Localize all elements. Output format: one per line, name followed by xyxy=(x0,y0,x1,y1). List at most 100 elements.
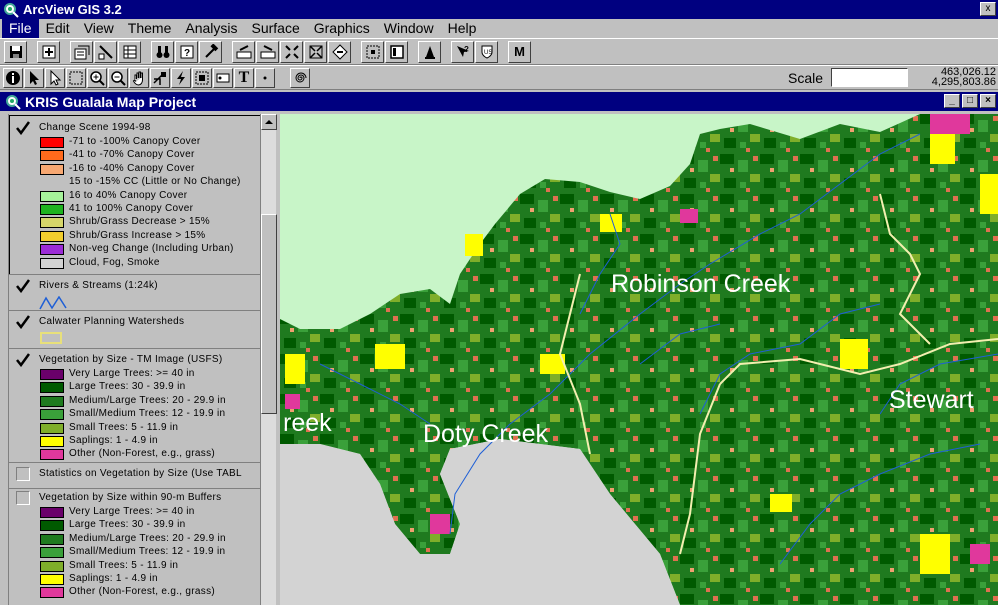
locate-address-button[interactable] xyxy=(199,40,222,63)
theme-name: Rivers & Streams (1:24k) xyxy=(39,280,158,291)
app-close-button[interactable]: x xyxy=(980,2,996,16)
legend-swatch xyxy=(40,533,64,545)
coordinate-readout: 463,026.12 4,295,803.86 xyxy=(916,67,996,87)
checkbox-unchecked[interactable] xyxy=(16,491,30,505)
theme-rivers-streams[interactable]: Rivers & Streams (1:24k) xyxy=(9,278,260,310)
checkbox-unchecked[interactable] xyxy=(16,467,30,481)
layout-button[interactable] xyxy=(385,40,408,63)
save-project-button[interactable] xyxy=(4,40,27,63)
open-theme-table-button[interactable] xyxy=(118,40,141,63)
stream-line-icon xyxy=(39,296,67,310)
pointer-tool[interactable] xyxy=(24,67,44,88)
menu-graphics[interactable]: Graphics xyxy=(307,19,377,38)
legend-label: Large Trees: 30 - 39.9 in xyxy=(69,519,186,531)
label-tool[interactable] xyxy=(213,67,233,88)
find-button[interactable] xyxy=(151,40,174,63)
theme-vegetation-buffers[interactable]: Vegetation by Size within 90-m Buffers V… xyxy=(9,490,260,600)
map-display[interactable]: Robinson Creek Doty Creek Stewart reek xyxy=(280,114,998,605)
select-feature-tool[interactable] xyxy=(66,67,86,88)
legend-label: 41 to 100% Canopy Cover xyxy=(69,202,194,214)
clear-selection-button[interactable] xyxy=(256,40,279,63)
zoom-in-fixed-button[interactable] xyxy=(361,40,384,63)
zoom-out-tool[interactable] xyxy=(108,67,128,88)
menu-edit[interactable]: Edit xyxy=(39,19,77,38)
legend-item: 15 to -15% CC (Little or No Change) xyxy=(9,176,260,189)
zoom-active-themes-button[interactable] xyxy=(304,40,327,63)
theme-change-scene[interactable]: Change Scene 1994-98 -71 to -100% Canopy… xyxy=(9,120,260,270)
edit-legend-button[interactable] xyxy=(94,40,117,63)
spiral-tool[interactable] xyxy=(290,67,310,88)
maximize-button[interactable]: □ xyxy=(962,94,978,108)
text-tool[interactable]: T xyxy=(234,67,254,88)
legend-label: Small/Medium Trees: 12 - 19.9 in xyxy=(69,408,226,420)
arcview-logo-icon xyxy=(4,2,19,18)
m-button[interactable]: M xyxy=(508,40,531,63)
legend-swatch xyxy=(40,137,64,148)
zoom-in-tool[interactable] xyxy=(87,67,107,88)
checkmark-icon[interactable] xyxy=(16,315,30,329)
legend-swatch xyxy=(40,217,64,229)
map-canvas[interactable] xyxy=(280,114,998,605)
menu-surface[interactable]: Surface xyxy=(245,19,307,38)
identify-tool[interactable] xyxy=(3,67,23,88)
pan-tool[interactable] xyxy=(129,67,149,88)
menu-help[interactable]: Help xyxy=(441,19,484,38)
hotlink-tool[interactable] xyxy=(171,67,191,88)
legend-item: Shrub/Grass Increase > 15% xyxy=(9,230,260,243)
select-graphics-icon xyxy=(236,44,251,58)
legend-label: Cloud, Fog, Smoke xyxy=(69,256,160,268)
legend-label: Large Trees: 30 - 39.9 in xyxy=(69,381,186,393)
hammer-icon xyxy=(204,43,218,58)
coordinate-y: 4,295,803.86 xyxy=(931,76,996,88)
scale-input[interactable] xyxy=(831,68,908,87)
hotlink-button[interactable] xyxy=(418,40,441,63)
add-theme-button[interactable] xyxy=(37,40,60,63)
measure-tool[interactable] xyxy=(150,67,170,88)
theme-calwater-watersheds[interactable]: Calwater Planning Watersheds xyxy=(9,314,260,344)
checkmark-icon[interactable] xyxy=(16,279,30,293)
menu-view[interactable]: View xyxy=(77,19,121,38)
help-arrow-icon: ? xyxy=(456,45,469,57)
shield-button[interactable]: US xyxy=(475,40,498,63)
draw-point-tool[interactable] xyxy=(255,67,275,88)
area-of-interest-tool[interactable] xyxy=(192,67,212,88)
add-theme-icon xyxy=(42,45,55,58)
toc-scrollbar[interactable] xyxy=(260,114,277,605)
m-label: M xyxy=(514,44,525,59)
menu-analysis[interactable]: Analysis xyxy=(178,19,244,38)
legend-item: Small Trees: 5 - 11.9 in xyxy=(9,422,260,435)
legend-swatch xyxy=(40,244,64,256)
menu-window[interactable]: Window xyxy=(377,19,441,38)
checkmark-icon[interactable] xyxy=(16,121,30,135)
menu-file[interactable]: File xyxy=(2,19,39,38)
legend-item: Small Trees: 5 - 11.9 in xyxy=(9,560,260,573)
label-creek-partial: reek xyxy=(283,409,332,437)
legend-label: Medium/Large Trees: 20 - 29.9 in xyxy=(69,394,226,406)
legend-swatch xyxy=(40,257,64,269)
legend-label: Saplings: 1 - 4.9 in xyxy=(69,572,158,584)
theme-statistics-vegetation[interactable]: Statistics on Vegetation by Size (Use TA… xyxy=(9,466,260,482)
legend-label: Shrub/Grass Decrease > 15% xyxy=(69,216,210,228)
scroll-thumb[interactable] xyxy=(261,214,277,414)
svg-text:?: ? xyxy=(464,45,469,54)
close-button[interactable]: × xyxy=(980,94,996,108)
zoom-full-extent-button[interactable] xyxy=(280,40,303,63)
legend-item: Shrub/Grass Decrease > 15% xyxy=(9,216,260,229)
theme-properties-button[interactable] xyxy=(70,40,93,63)
legend-item: Medium/Large Trees: 20 - 29.9 in xyxy=(9,395,260,408)
vertex-edit-tool[interactable] xyxy=(45,67,65,88)
zoom-selected-button[interactable] xyxy=(328,40,351,63)
query-builder-button[interactable]: ? xyxy=(175,40,198,63)
minimize-button[interactable]: _ xyxy=(944,94,960,108)
theme-vegetation-tm[interactable]: Vegetation by Size - TM Image (USFS) Ver… xyxy=(9,352,260,462)
vertex-arrow-icon xyxy=(50,69,62,86)
checkmark-icon[interactable] xyxy=(16,353,30,367)
scroll-up-button[interactable] xyxy=(261,114,277,130)
menu-theme[interactable]: Theme xyxy=(121,19,179,38)
label-robinson-creek: Robinson Creek xyxy=(611,270,791,298)
legend-swatch xyxy=(40,573,64,585)
select-features-button[interactable] xyxy=(232,40,255,63)
menu-bar: File Edit View Theme Analysis Surface Gr… xyxy=(0,19,998,38)
help-tool-button[interactable]: ? xyxy=(451,40,474,63)
zoom-full-icon xyxy=(284,44,299,59)
